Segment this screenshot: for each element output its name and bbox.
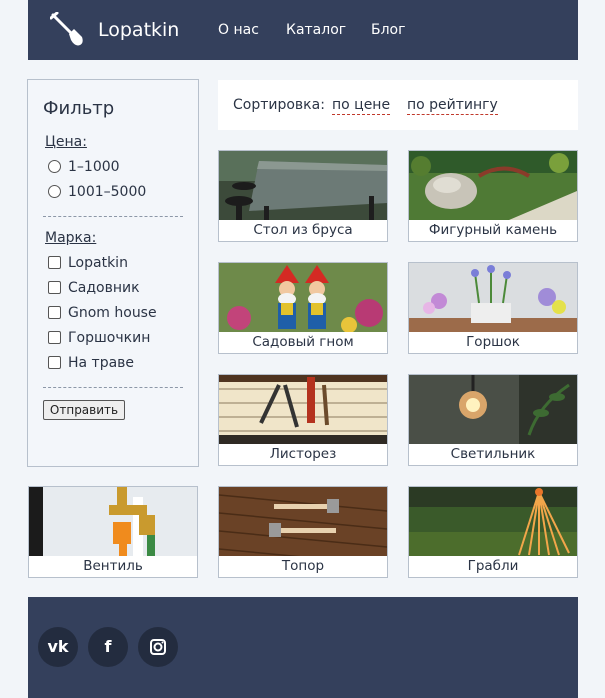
product-image-gnome[interactable] <box>219 263 387 332</box>
product-card[interactable]: Вентиль <box>28 486 198 578</box>
brand-checkbox-2[interactable] <box>48 281 61 294</box>
price-radio-2[interactable] <box>48 185 61 198</box>
price-radio-1[interactable] <box>48 160 61 173</box>
brand-group-title: Марка: <box>45 230 97 246</box>
product-image-axe[interactable] <box>219 487 387 556</box>
brand-checkbox-3[interactable] <box>48 306 61 319</box>
product-name[interactable]: Светильник <box>409 444 577 465</box>
product-name[interactable]: Грабли <box>409 556 577 577</box>
brand-checkbox-4[interactable] <box>48 331 61 344</box>
product-card[interactable]: Топор <box>218 486 388 578</box>
product-name[interactable]: Топор <box>219 556 387 577</box>
brand-checkbox-1[interactable] <box>48 256 61 269</box>
site-header: Lopatkin О нас Каталог Блог <box>28 0 578 60</box>
brand-name[interactable]: Lopatkin <box>98 19 179 41</box>
product-image-lamp[interactable] <box>409 375 577 444</box>
product-card[interactable]: Стол из бруса <box>218 150 388 242</box>
sort-bar: Сортировка: по цене по рейтингу <box>218 80 578 130</box>
nav-catalog[interactable]: Каталог <box>286 22 346 38</box>
product-image-valve[interactable] <box>29 487 197 556</box>
price-group-title: Цена: <box>45 134 87 150</box>
brand-checkbox-5[interactable] <box>48 356 61 369</box>
facebook-icon[interactable]: f <box>88 627 128 667</box>
nav-about[interactable]: О нас <box>218 22 259 38</box>
nav-blog[interactable]: Блог <box>371 22 405 38</box>
filter-divider <box>43 387 183 388</box>
product-name[interactable]: Фигурный камень <box>409 220 577 241</box>
product-image-stone[interactable] <box>409 151 577 220</box>
product-image-pot[interactable] <box>409 263 577 332</box>
sort-by-rating-link[interactable]: по рейтингу <box>407 97 498 115</box>
product-name[interactable]: Горшок <box>409 332 577 353</box>
sort-label: Сортировка: <box>233 97 325 113</box>
filter-divider <box>43 216 183 217</box>
shovel-logo-icon[interactable] <box>50 12 86 48</box>
site-footer: vk f <box>28 597 578 698</box>
sort-by-price-link[interactable]: по цене <box>332 97 391 115</box>
product-card[interactable]: Горшок <box>408 262 578 354</box>
submit-button[interactable]: Отправить <box>43 400 125 420</box>
instagram-icon[interactable] <box>138 627 178 667</box>
product-name[interactable]: Вентиль <box>29 556 197 577</box>
product-name[interactable]: Стол из бруса <box>219 220 387 241</box>
filter-panel: Фильтр Цена: 1–1000 1001–5000 Марка: Lop… <box>27 79 199 467</box>
product-card[interactable]: Грабли <box>408 486 578 578</box>
vk-icon[interactable]: vk <box>38 627 78 667</box>
product-card[interactable]: Листорез <box>218 374 388 466</box>
product-image-table[interactable] <box>219 151 387 220</box>
product-image-pruner[interactable] <box>219 375 387 444</box>
product-image-rake[interactable] <box>409 487 577 556</box>
product-card[interactable]: Садовый гном <box>218 262 388 354</box>
filter-title: Фильтр <box>43 98 115 119</box>
product-card[interactable]: Фигурный камень <box>408 150 578 242</box>
product-card[interactable]: Светильник <box>408 374 578 466</box>
product-name[interactable]: Листорез <box>219 444 387 465</box>
product-name[interactable]: Садовый гном <box>219 332 387 353</box>
